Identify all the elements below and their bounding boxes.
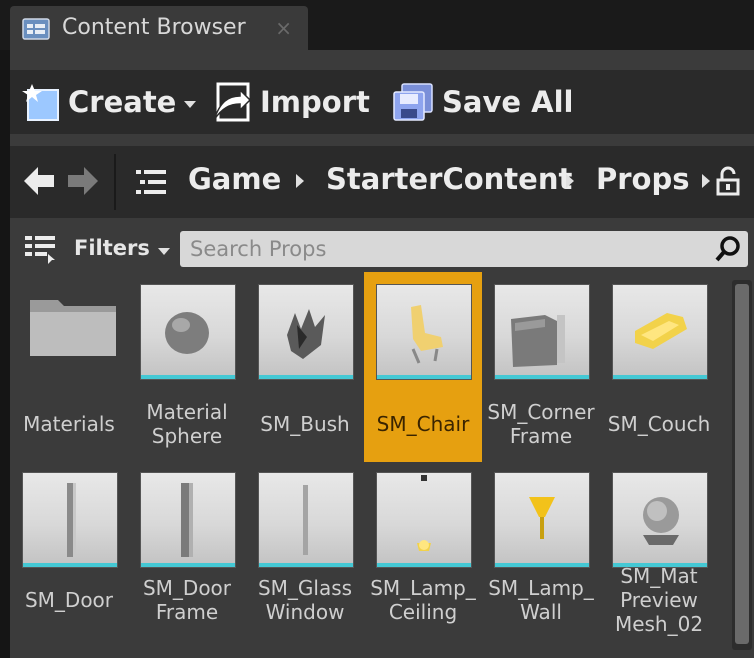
chevron-down-icon	[184, 100, 197, 108]
asset-name: SM_Couch	[607, 412, 711, 436]
asset-tile-sm-lamp-ceiling[interactable]: SM_Lamp_ Ceiling	[364, 460, 482, 650]
forward-arrow-icon[interactable]	[66, 164, 100, 202]
create-icon	[22, 82, 62, 122]
asset-tile-sm-mat-preview-mesh-02[interactable]: SM_Mat Preview Mesh_02	[600, 460, 718, 650]
asset-thumbnail	[494, 284, 590, 380]
asset-name: SM_Door Frame	[142, 576, 232, 624]
search-icon[interactable]	[714, 235, 742, 267]
back-arrow-icon[interactable]	[22, 164, 56, 202]
asset-name: SM_Bush	[260, 412, 350, 436]
asset-thumbnail	[494, 472, 590, 568]
chevron-right-icon[interactable]	[702, 174, 710, 188]
filter-row: Filters Search Props	[10, 226, 754, 272]
toolbar: Create Import Save All	[10, 70, 754, 134]
close-icon[interactable]: ×	[275, 16, 292, 40]
asset-thumbnail	[140, 472, 236, 568]
scrollbar[interactable]	[732, 280, 752, 650]
save-all-button[interactable]: Save All	[392, 78, 573, 126]
save-icon	[392, 82, 436, 122]
sources-panel-icon[interactable]	[24, 234, 56, 268]
search-input[interactable]: Search Props	[180, 231, 748, 267]
filters-button[interactable]: Filters	[74, 236, 170, 260]
asset-grid: Materials Material Sphere SM_Bush SM_Chai…	[10, 272, 730, 658]
asset-thumbnail	[258, 472, 354, 568]
asset-thumbnail	[612, 284, 708, 380]
save-all-label: Save All	[442, 85, 574, 119]
import-button[interactable]: Import	[210, 78, 370, 126]
lock-icon[interactable]	[714, 166, 740, 200]
asset-tile-sm-door-frame[interactable]: SM_Door Frame	[128, 460, 246, 650]
asset-name: Material Sphere	[146, 400, 228, 448]
chevron-down-icon	[157, 248, 170, 255]
asset-thumbnail	[140, 284, 236, 380]
asset-tile-sm-couch[interactable]: SM_Couch	[600, 272, 718, 462]
asset-name: Materials	[23, 412, 115, 436]
asset-tile-sm-glass-window[interactable]: SM_Glass Window	[246, 460, 364, 650]
asset-thumbnail	[22, 472, 118, 568]
chevron-right-icon[interactable]	[566, 174, 574, 188]
content-browser-icon	[22, 16, 50, 40]
asset-name: SM_Door	[24, 588, 114, 612]
content-browser-panel: Create Import Save All Game StarterConte…	[10, 50, 754, 658]
asset-name: SM_Lamp_ Ceiling	[370, 576, 476, 624]
asset-tile-sm-chair[interactable]: SM_Chair	[364, 272, 482, 462]
import-label: Import	[260, 85, 370, 119]
path-bar: Game StarterContent Props	[10, 146, 754, 218]
asset-thumbnail	[258, 284, 354, 380]
scrollbar-thumb[interactable]	[735, 284, 749, 644]
asset-name: SM_Lamp_ Wall	[488, 576, 594, 624]
tab-bar: Content Browser ×	[0, 0, 754, 50]
asset-thumbnail	[612, 472, 708, 568]
search-placeholder: Search Props	[190, 237, 327, 261]
tab-content-browser[interactable]: Content Browser ×	[10, 6, 308, 50]
asset-tile-sm-corner-frame[interactable]: SM_Corner Frame	[482, 272, 600, 462]
asset-tile-sm-door[interactable]: SM_Door	[10, 460, 128, 650]
filters-label: Filters	[74, 236, 150, 260]
asset-thumbnail	[376, 284, 472, 380]
import-icon	[210, 80, 254, 124]
asset-thumbnail	[376, 472, 472, 568]
folder-icon	[28, 292, 120, 362]
asset-name: SM_Mat Preview Mesh_02	[614, 564, 704, 636]
breadcrumb-game[interactable]: Game	[188, 162, 281, 196]
asset-tile-material-sphere[interactable]: Material Sphere	[128, 272, 246, 462]
create-button[interactable]: Create	[22, 78, 197, 126]
asset-tile-sm-bush[interactable]: SM_Bush	[246, 272, 364, 462]
divider	[114, 154, 116, 210]
asset-tile-materials[interactable]: Materials	[10, 272, 128, 462]
asset-name: SM_Chair	[376, 412, 470, 436]
breadcrumb-props[interactable]: Props	[596, 162, 690, 196]
chevron-right-icon[interactable]	[296, 174, 304, 188]
breadcrumb-startercontent[interactable]: StarterContent	[326, 162, 572, 196]
asset-name: SM_Corner Frame	[487, 400, 595, 448]
create-label: Create	[68, 85, 177, 119]
asset-name: SM_Glass Window	[257, 576, 353, 624]
folder-tree-icon[interactable]	[134, 168, 168, 200]
tab-title: Content Browser	[62, 15, 246, 40]
asset-tile-sm-lamp-wall[interactable]: SM_Lamp_ Wall	[482, 460, 600, 650]
